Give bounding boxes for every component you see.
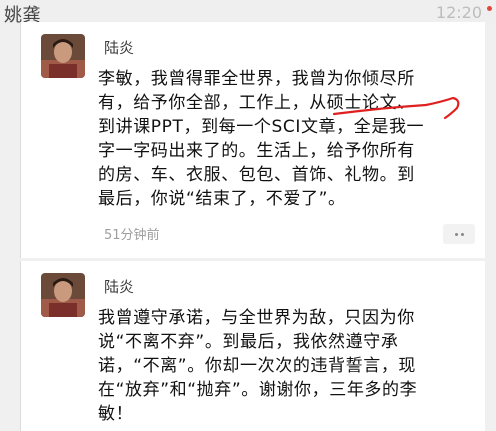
author-name[interactable]: 陆炎 bbox=[104, 276, 134, 297]
more-icon-dot bbox=[460, 232, 464, 236]
moment-post-2: 陆炎 我曾遵守承诺，与全世界为敌，只因为你 说“不离不弃”。到最后，我依然遵守承… bbox=[20, 261, 485, 431]
status-time: 12:20 bbox=[435, 3, 482, 22]
post-text: 我曾遵守承诺，与全世界为敌，只因为你 说“不离不弃”。到最后，我依然遵守承 诺，… bbox=[98, 306, 484, 426]
more-icon bbox=[454, 232, 458, 236]
post-line: 我曾遵守承诺，与全世界为敌，只因为你 bbox=[98, 308, 415, 328]
post-line: 说“不离不弃”。到最后，我依然遵守承 bbox=[98, 332, 399, 352]
post-line: 的房、车、衣服、包包、首饰、礼物。到 bbox=[98, 165, 415, 185]
notification-dot bbox=[487, 6, 492, 11]
post-timestamp: 51分钟前 bbox=[104, 228, 160, 243]
avatar[interactable] bbox=[41, 273, 85, 317]
post-line: 有，给予你全部，工作上，从硕士论文、 bbox=[98, 93, 415, 113]
avatar[interactable] bbox=[41, 34, 85, 78]
post-line: 最后，你说“结束了，不爱了”。 bbox=[98, 189, 346, 209]
top-bar: 姚龚 12:20 bbox=[0, 0, 496, 26]
post-line: 字一字码出来了的。生活上，给予你所有 bbox=[98, 141, 415, 161]
post-line: 在“放弃”和“抛弃”。谢谢你，三年多的李 bbox=[98, 380, 418, 400]
more-options-button[interactable] bbox=[443, 224, 475, 244]
post-text: 李敏，我曾得罪全世界，我曾为你倾尽所 有，给予你全部，工作上，从硕士论文、 到讲… bbox=[98, 67, 484, 211]
author-name[interactable]: 陆炎 bbox=[104, 37, 134, 58]
post-line: 李敏，我曾得罪全世界，我曾为你倾尽所 bbox=[98, 69, 415, 89]
post-line: 敏！ bbox=[98, 404, 134, 424]
moment-post-1: 陆炎 李敏，我曾得罪全世界，我曾为你倾尽所 有，给予你全部，工作上，从硕士论文、… bbox=[20, 22, 485, 258]
post-line: 诺，“不离”。你却一次次的违背誓言，现 bbox=[98, 356, 417, 376]
post-line: 到讲课PPT，到每一个SCI文章，全是我一 bbox=[98, 117, 425, 137]
